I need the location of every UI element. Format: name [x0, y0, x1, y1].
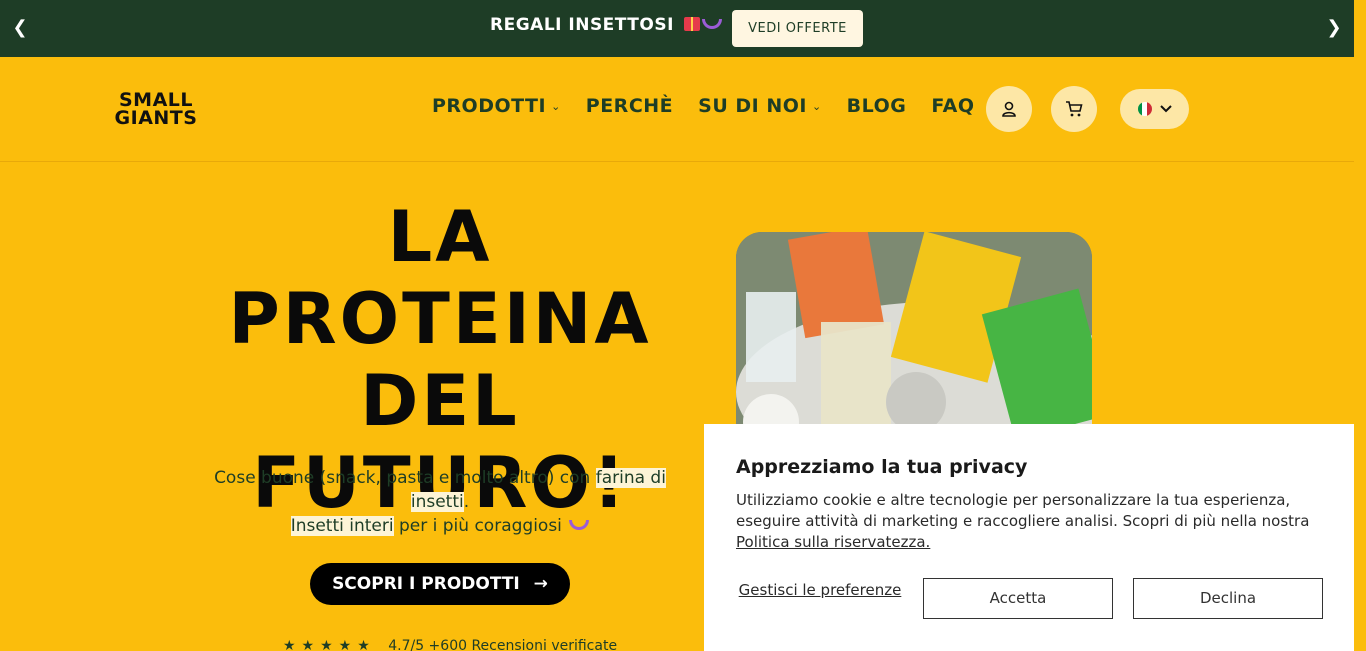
- gift-icon: [684, 17, 701, 31]
- nav-item-label: FAQ: [931, 95, 975, 117]
- snack-packs-photo: [736, 232, 1092, 432]
- cookie-banner: Apprezziamo la tua privacy Utilizziamo c…: [704, 424, 1354, 651]
- view-offers-button[interactable]: VEDI OFFERTE: [732, 10, 863, 47]
- cookie-body: Utilizziamo cookie e altre tecnologie pe…: [736, 490, 1322, 553]
- announcement-bar: ❮ REGALI INSETTOSI VEDI OFFERTE ❯: [0, 0, 1354, 57]
- hero-image: [736, 232, 1092, 432]
- privacy-policy-link[interactable]: Politica sulla riservatezza.: [736, 533, 930, 551]
- announcement-label: REGALI INSETTOSI: [490, 15, 674, 35]
- nav-item-about[interactable]: SU DI NOI ⌄: [698, 95, 822, 117]
- nav-item-products[interactable]: PRODOTTI ⌄: [432, 95, 561, 117]
- rating-summary: ★★★★★ 4.7/5 +600 Recensioni verificate: [283, 638, 617, 651]
- chevron-right-icon[interactable]: ❯: [1324, 18, 1344, 38]
- worm-icon: [569, 520, 590, 530]
- language-selector[interactable]: [1120, 89, 1189, 129]
- chevron-left-icon[interactable]: ❮: [10, 18, 30, 38]
- main-nav: PRODOTTI ⌄ PERCHÈ SU DI NOI ⌄ BLOG FAQ: [432, 95, 1000, 117]
- cookie-title: Apprezziamo la tua privacy: [736, 456, 1028, 478]
- manage-preferences-link[interactable]: Gestisci le preferenze: [736, 580, 904, 600]
- announcement-text: REGALI INSETTOSI: [490, 15, 723, 35]
- chevron-down-icon: ⌄: [551, 100, 561, 113]
- rating-text: 4.7/5 +600 Recensioni verificate: [388, 638, 618, 651]
- nav-item-label: SU DI NOI: [698, 95, 807, 117]
- nav-item-label: PRODOTTI: [432, 95, 547, 117]
- nav-item-label: PERCHÈ: [585, 95, 674, 117]
- chevron-down-icon: ⌄: [811, 100, 822, 113]
- chevron-down-icon: [1159, 105, 1172, 113]
- hero-title-line-2: PROTEINA: [228, 278, 652, 360]
- hero-sub-highlight: Insetti interi: [290, 516, 394, 536]
- logo-line-2: GIANTS: [114, 107, 198, 129]
- hero-sub-text: Cose buone (snack, pasta e molto altro) …: [214, 468, 596, 488]
- account-button[interactable]: [986, 86, 1032, 132]
- hero-sub-text: .: [463, 492, 470, 512]
- italy-flag-icon: [1137, 102, 1152, 116]
- cart-button[interactable]: [1051, 86, 1097, 132]
- hero-subtitle: Cose buone (snack, pasta e molto altro) …: [195, 466, 685, 538]
- arrow-right-icon: →: [533, 574, 548, 594]
- hero-sub-text: per i più coraggiosi: [393, 516, 562, 536]
- hero-title-line-1: LA: [387, 196, 493, 278]
- nav-item-blog[interactable]: BLOG: [847, 95, 907, 117]
- cart-icon: [1066, 101, 1083, 117]
- accept-button[interactable]: Accetta: [923, 578, 1113, 619]
- star-rating-icon: ★★★★★: [283, 638, 376, 651]
- cookie-body-text: Utilizziamo cookie e altre tecnologie pe…: [736, 491, 1310, 530]
- logo[interactable]: SMALL GIANTS: [110, 91, 202, 131]
- decline-button[interactable]: Declina: [1133, 578, 1323, 619]
- nav-item-why[interactable]: PERCHÈ: [586, 95, 673, 117]
- discover-products-label: SCOPRI I PRODOTTI: [332, 574, 520, 594]
- user-icon: [1002, 101, 1016, 117]
- worm-icon: [702, 19, 723, 29]
- site-header: SMALL GIANTS PRODOTTI ⌄ PERCHÈ SU DI NOI ⌄…: [0, 57, 1354, 162]
- nav-item-label: BLOG: [846, 95, 907, 117]
- nav-item-faq[interactable]: FAQ: [931, 95, 974, 117]
- discover-products-button[interactable]: SCOPRI I PRODOTTI →: [310, 563, 570, 605]
